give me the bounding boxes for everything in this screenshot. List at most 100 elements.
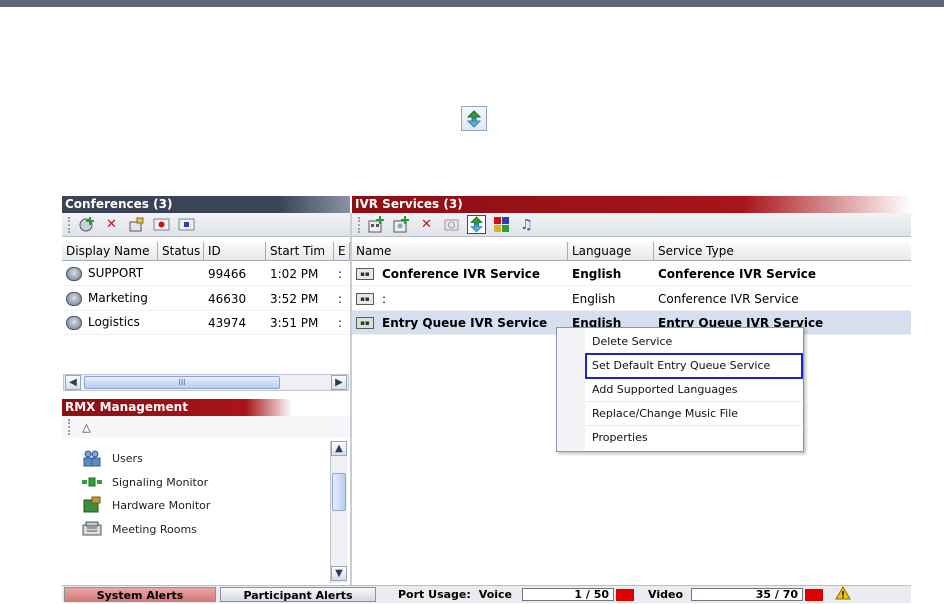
system-alerts-button[interactable]: System Alerts xyxy=(64,587,216,602)
scroll-left-icon[interactable]: ◀ xyxy=(65,375,81,390)
hardware-monitor-icon xyxy=(82,496,102,514)
toolbar-grip xyxy=(358,216,361,233)
menu-set-default-eq-service[interactable]: Set Default Entry Queue Service xyxy=(585,353,803,379)
context-menu: Delete Service Set Default Entry Queue S… xyxy=(556,327,804,452)
voice-label: Voice xyxy=(478,588,513,601)
rmx-item-signaling-monitor[interactable]: Signaling Monitor xyxy=(82,471,208,493)
hscroll-thumb-grip: III xyxy=(178,378,186,387)
conference-icon xyxy=(66,291,82,306)
new-eq-ivr-icon[interactable] xyxy=(392,215,411,234)
menu-properties[interactable]: Properties xyxy=(586,426,802,450)
rmx-item-users[interactable]: Users xyxy=(82,447,143,469)
voice-alert-indicator xyxy=(616,588,635,601)
ivr-name: Entry Queue IVR Service xyxy=(382,315,548,330)
rmx-vscrollbar[interactable]: ▲ ▼ xyxy=(330,441,347,583)
rmx-item-label: Hardware Monitor xyxy=(112,498,211,512)
conference-start: 3:52 PM xyxy=(270,291,319,306)
stop-record-icon[interactable] xyxy=(177,215,196,234)
conference-id: 46630 xyxy=(208,291,247,306)
col-display-name[interactable]: Display Name xyxy=(62,242,158,260)
col-id[interactable]: ID xyxy=(204,242,266,260)
menu-add-supported-languages[interactable]: Add Supported Languages xyxy=(586,378,802,402)
rmx-item-label: Signaling Monitor xyxy=(112,475,209,489)
col-start-time[interactable]: Start Tim xyxy=(266,242,334,260)
conference-row[interactable]: SUPPORT 99466 1:02 PM : xyxy=(62,262,350,286)
rmx-item-label: Users xyxy=(112,451,143,465)
conference-ivr-icon: ▪▪ xyxy=(356,293,374,305)
conferences-table-header: Display Name Status ID Start Tim E xyxy=(62,242,350,261)
conferences-panel-title: Conferences (3) xyxy=(62,196,350,213)
languages-icon[interactable] xyxy=(492,215,511,234)
vscroll-thumb[interactable] xyxy=(332,473,346,511)
col-status[interactable]: Status xyxy=(158,242,204,260)
add-participant-icon[interactable] xyxy=(127,215,146,234)
set-default-eq-icon xyxy=(461,106,487,131)
signaling-monitor-icon xyxy=(82,473,102,491)
menu-icon-strip xyxy=(557,328,585,451)
record-icon[interactable] xyxy=(152,215,171,234)
ivr-services-title: IVR Services (3) xyxy=(352,196,911,213)
top-bar xyxy=(0,0,944,7)
ivr-type: Conference IVR Service xyxy=(658,266,817,281)
set-default-ivr-icon[interactable] xyxy=(442,215,461,234)
conferences-toolbar: ✕ xyxy=(62,213,350,237)
ivr-row[interactable]: ▪▪: English Conference IVR Service xyxy=(352,287,911,311)
ivr-language: English xyxy=(572,291,616,306)
conference-name: Marketing xyxy=(88,291,148,306)
scroll-right-icon[interactable]: ▶ xyxy=(331,375,347,390)
col-e[interactable]: E xyxy=(334,242,350,260)
ivr-table-header: Name Language Service Type xyxy=(352,242,911,261)
conference-id: 43974 xyxy=(208,315,247,330)
ivr-type: Conference IVR Service xyxy=(658,291,799,306)
ivr-name: Conference IVR Service xyxy=(382,266,541,281)
conference-icon xyxy=(66,315,82,330)
conference-start: 1:02 PM xyxy=(270,266,319,281)
port-usage-label: Port Usage: xyxy=(398,588,471,601)
col-name[interactable]: Name xyxy=(352,242,568,260)
toolbar-grip xyxy=(68,419,71,435)
video-label: Video xyxy=(648,588,683,601)
conference-icon xyxy=(66,266,82,281)
scroll-up-icon[interactable]: ▲ xyxy=(331,441,347,456)
set-default-eq-icon[interactable] xyxy=(467,215,486,234)
menu-replace-music-file[interactable]: Replace/Change Music File xyxy=(586,402,802,426)
scroll-down-icon[interactable]: ▼ xyxy=(331,566,347,581)
ivr-language: English xyxy=(572,266,622,281)
conference-row[interactable]: Marketing 46630 3:52 PM : xyxy=(62,287,350,311)
participant-alerts-button[interactable]: Participant Alerts xyxy=(220,587,376,602)
collapse-up-icon[interactable]: △ xyxy=(77,418,96,437)
new-conference-ivr-icon[interactable] xyxy=(367,215,386,234)
rmx-item-meeting-rooms[interactable]: Meeting Rooms xyxy=(82,518,197,540)
voice-usage-meter: 1 / 50 xyxy=(522,588,615,601)
delete-service-icon[interactable]: ✕ xyxy=(417,215,436,234)
conference-e: : xyxy=(338,315,343,330)
conferences-hscrollbar[interactable]: ◀ III ▶ xyxy=(63,374,349,391)
ivr-toolbar: ✕ ♫ xyxy=(352,213,911,237)
toolbar-grip xyxy=(68,216,71,233)
entry-queue-ivr-icon: ▪▪ xyxy=(356,317,374,329)
menu-delete-service[interactable]: Delete Service xyxy=(586,330,802,354)
rmx-item-hardware-monitor[interactable]: Hardware Monitor xyxy=(82,494,210,516)
status-bar: System Alerts Participant Alerts Port Us… xyxy=(62,585,911,603)
conference-id: 99466 xyxy=(208,266,247,281)
rmx-toolbar: △ xyxy=(62,416,350,438)
conference-row[interactable]: Logistics 43974 3:51 PM : xyxy=(62,311,350,335)
ivr-row[interactable]: ▪▪ Conference IVR Service English Confere… xyxy=(352,262,911,286)
col-language[interactable]: Language xyxy=(568,242,654,260)
conference-name: SUPPORT xyxy=(88,266,144,281)
video-usage-meter: 35 / 70 xyxy=(691,588,803,601)
video-alert-indicator xyxy=(805,588,823,601)
conference-name: Logistics xyxy=(88,315,140,330)
conference-e: : xyxy=(338,291,343,306)
ivr-name: : xyxy=(382,291,387,306)
col-service-type[interactable]: Service Type xyxy=(654,242,911,260)
new-conference-icon[interactable] xyxy=(77,215,96,234)
conference-ivr-icon: ▪▪ xyxy=(356,268,374,280)
warning-icon[interactable] xyxy=(835,586,851,603)
video-usage-value: 35 / 70 xyxy=(755,588,798,601)
hscroll-thumb[interactable]: III xyxy=(84,376,280,389)
conference-e: : xyxy=(338,266,343,281)
music-file-icon[interactable]: ♫ xyxy=(517,215,536,234)
rmx-management-title: RMX Management xyxy=(62,399,292,416)
delete-conference-icon[interactable]: ✕ xyxy=(102,215,121,234)
